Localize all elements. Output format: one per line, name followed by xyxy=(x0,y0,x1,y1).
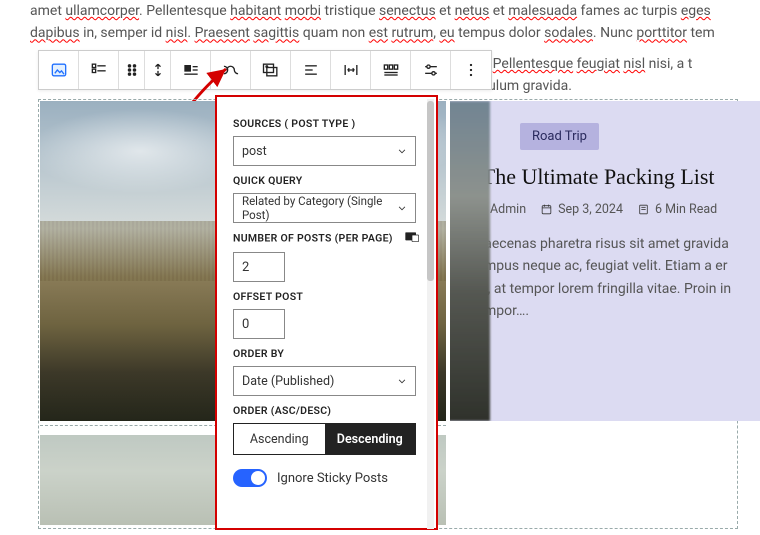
para-line-2: dapibus in, semper id nisl. Praesent sag… xyxy=(30,25,715,41)
read-meta: 6 Min Read xyxy=(637,202,717,217)
orderby-label: ORDER BY xyxy=(233,347,420,360)
quick-query-select[interactable]: Related by Category (Single Post) xyxy=(233,193,416,223)
image-layout-button[interactable] xyxy=(251,51,291,89)
text-align-button[interactable] xyxy=(291,51,331,89)
order-toggle: Ascending Descending xyxy=(233,423,416,455)
ignore-sticky-label: Ignore Sticky Posts xyxy=(277,471,388,486)
order-asc-button[interactable]: Ascending xyxy=(234,424,325,454)
chevron-down-icon xyxy=(395,144,409,162)
date-meta: Sep 3, 2024 xyxy=(540,202,623,217)
read-icon xyxy=(637,203,650,216)
columns-button[interactable] xyxy=(371,51,411,89)
drag-handle[interactable] xyxy=(119,51,145,89)
post-card-image-strip xyxy=(450,101,490,421)
query-loop-button[interactable] xyxy=(211,51,251,89)
move-arrows[interactable] xyxy=(145,51,171,89)
align-button[interactable] xyxy=(171,51,211,89)
settings-button[interactable] xyxy=(411,51,451,89)
post-card: Road Trip “The Ultimate Packing List Adm… xyxy=(450,101,760,421)
category-badge[interactable]: Road Trip xyxy=(520,123,599,150)
order-desc-button[interactable]: Descending xyxy=(325,424,416,454)
num-posts-input[interactable]: 2 xyxy=(233,252,285,282)
orderby-select[interactable]: Date (Published) xyxy=(233,366,416,396)
post-meta: Admin Sep 3, 2024 6 Min Read xyxy=(472,202,742,217)
para-line-1: amet ullamcorper. Pellentesque habitant … xyxy=(30,3,711,19)
num-posts-label: NUMBER OF POSTS (PER PAGE) xyxy=(233,231,420,246)
editor-paragraph: amet ullamcorper. Pellentesque habitant … xyxy=(0,0,760,45)
chevron-down-icon xyxy=(395,201,409,219)
order-label: ORDER (ASC/DESC) xyxy=(233,404,420,417)
chevron-down-icon xyxy=(395,374,409,392)
offset-input[interactable]: 0 xyxy=(233,309,285,339)
calendar-icon xyxy=(540,203,553,216)
query-settings-panel: SOURCES ( POST TYPE ) post QUICK QUERY R… xyxy=(215,95,438,530)
sources-select[interactable]: post xyxy=(233,136,416,166)
width-button[interactable] xyxy=(331,51,371,89)
responsive-icon[interactable] xyxy=(404,231,420,246)
post-title[interactable]: “The Ultimate Packing List xyxy=(472,164,742,190)
offset-label: OFFSET POST xyxy=(233,290,420,303)
more-options-button[interactable] xyxy=(451,51,491,89)
block-type-button[interactable] xyxy=(39,51,79,89)
ignore-sticky-toggle[interactable] xyxy=(233,469,267,487)
quick-query-label: QUICK QUERY xyxy=(233,174,420,187)
panel-scrollbar[interactable] xyxy=(427,99,434,529)
list-view-button[interactable] xyxy=(79,51,119,89)
sources-label: SOURCES ( POST TYPE ) xyxy=(233,117,420,130)
post-excerpt: Maecenas pharetra risus sit amet gravida… xyxy=(472,233,742,323)
block-toolbar xyxy=(38,50,492,90)
